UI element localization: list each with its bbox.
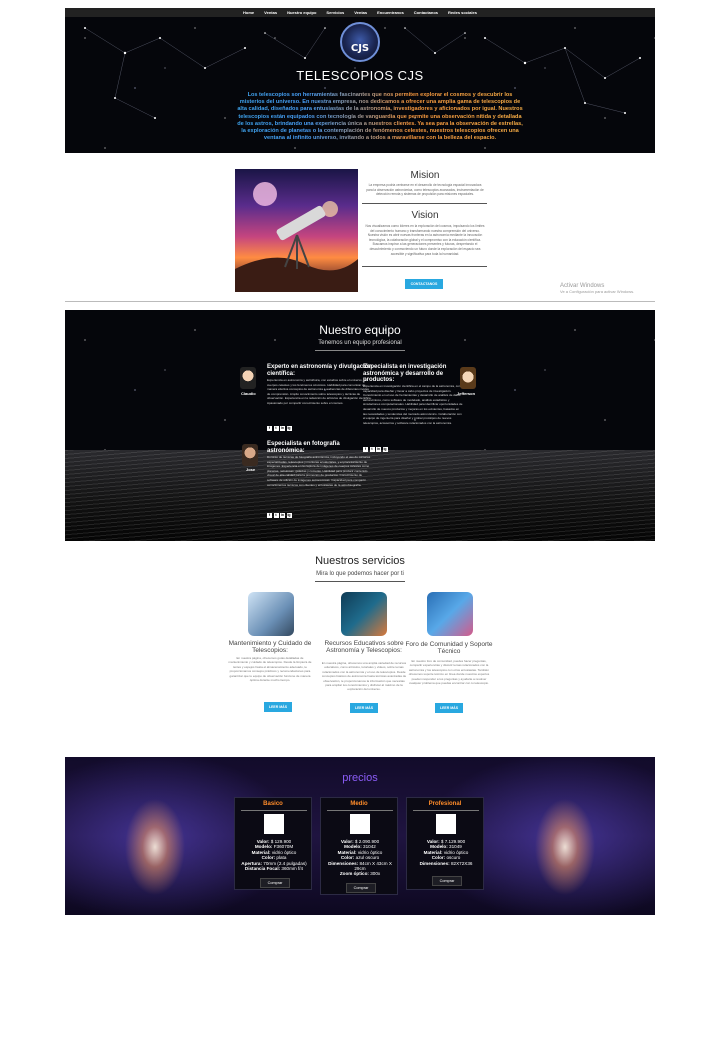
education-illustration [341, 592, 387, 636]
logo-text: CJS [350, 43, 370, 54]
avatar-jefferson [460, 367, 476, 389]
divider [362, 203, 487, 204]
forum-illustration [427, 592, 473, 636]
vision-text: Nos visualizamos como líderes en la expl… [365, 224, 485, 256]
divider [362, 266, 487, 267]
telescope-illustration [235, 182, 358, 292]
prices-section: precios Basico Valor: $ 129.900 Modelo: … [65, 757, 655, 915]
team-subtitle: Tenemos un equipo profesional [318, 340, 402, 346]
divider [315, 581, 405, 582]
member-role: Especialista en investigación astronómic… [363, 364, 447, 383]
read-more-button[interactable]: LEER MÁS [435, 703, 463, 713]
service-name: Mantenimiento y Cuidado de Telescopios: [228, 640, 312, 654]
member-name: Jose [246, 467, 256, 472]
mission-section: Mision La empresa podría centrarse en el… [65, 153, 655, 302]
plan-specs: Valor: $ 7.129.900 Modelo: 31049 Materia… [410, 839, 482, 866]
linkedin-icon[interactable]: in [280, 426, 285, 431]
avatar-claudio [240, 367, 256, 389]
plan-specs: Valor: $ 129.900 Modelo: F36070M Materia… [238, 839, 310, 871]
cjs-logo: CJS [340, 22, 380, 62]
service-name: Foro de Comunidad y Soporte Técnico [405, 641, 493, 655]
instagram-icon[interactable]: ig [382, 447, 388, 452]
avatar-jose [242, 444, 258, 466]
hero-title: TELESCOPIOS CJS [296, 68, 424, 83]
twitter-icon[interactable]: t [273, 426, 279, 431]
team-title: Nuestro equipo [319, 323, 401, 337]
mision-text: La empresa podría centrarse en el desarr… [366, 183, 484, 197]
telescope-icon [264, 814, 284, 834]
services-section: Nuestros servicios Mira lo que podemos h… [65, 541, 655, 736]
telescope-icon [436, 814, 456, 834]
read-more-button[interactable]: LEER MÁS [350, 703, 378, 713]
hero-description: Los telescopios son herramientas fascina… [235, 92, 525, 142]
watermark-subtitle: Ve a Configuración para activar Windows. [560, 289, 635, 294]
telescope-icon [350, 814, 370, 834]
spec-row: Dimensiones: 84cm X 43cm X 29cm [328, 860, 392, 872]
member-description: Experiencia en investigación científica … [363, 384, 463, 425]
buy-button[interactable]: Comprar [432, 876, 462, 886]
price-card-basico: Basico Valor: $ 129.900 Modelo: F36070M … [234, 797, 312, 890]
plan-specs: Valor: $ 2.090.900 Modelo: 31042 Materia… [324, 839, 396, 877]
facebook-icon[interactable]: f [267, 513, 272, 518]
member-description: Experiencia en astronomía y astrofísica,… [267, 378, 372, 405]
member-role: Especialista en fotografía astronómica: [267, 441, 340, 454]
facebook-icon[interactable]: f [267, 426, 272, 431]
plan-name: Basico [263, 801, 283, 807]
services-subtitle: Mira lo que podemos hacer por ti [316, 571, 404, 577]
divider [327, 810, 393, 811]
telescope-sunset-image [235, 169, 358, 292]
member-name: Claudio [241, 391, 256, 396]
twitter-icon[interactable]: t [273, 513, 279, 518]
instagram-icon[interactable]: ig [286, 513, 292, 518]
spec-row: Dimensiones: 82X72X36 [419, 860, 473, 866]
buy-button[interactable]: Comprar [260, 878, 290, 888]
divider [413, 810, 479, 811]
social-links: f t in ig [267, 426, 292, 431]
plan-name: Medio [350, 801, 368, 807]
service-name: Recursos Educativos sobre Astronomía y T… [324, 640, 404, 654]
plan-name: Profesional [428, 801, 462, 807]
service-description: En nuestra página, ofrecemos una amplia … [321, 661, 407, 692]
spec-row: Distancia Focal: 360mm f/4 [244, 866, 304, 872]
vision-title: Vision [411, 210, 439, 221]
services-title: Nuestros servicios [315, 555, 405, 567]
divider [315, 350, 405, 351]
maintenance-illustration [248, 592, 294, 636]
prices-title: precios [342, 772, 378, 784]
divider [241, 810, 307, 811]
instagram-icon[interactable]: ig [286, 426, 292, 431]
hero-section: Home Ventas Nuestro equipo Servicios Ven… [65, 8, 655, 153]
service-description: En nuestra página, ofrecemos guías detal… [228, 656, 312, 683]
buy-button[interactable]: Comprar [346, 883, 376, 893]
member-name: Jefferson [457, 391, 476, 396]
read-more-button[interactable]: LEER MÁS [264, 702, 292, 712]
social-links: f t in ig [267, 513, 292, 518]
contact-button[interactable]: CONTACTANOS [405, 279, 443, 289]
linkedin-icon[interactable]: in [280, 513, 285, 518]
price-card-medio: Medio Valor: $ 2.090.900 Modelo: 31042 M… [320, 797, 398, 895]
team-section: Nuestro equipo Tenemos un equipo profesi… [65, 310, 655, 541]
price-card-profesional: Profesional Valor: $ 7.129.900 Modelo: 3… [406, 797, 484, 890]
spec-row: Zoom óptico: 300x [339, 871, 381, 877]
windows-activation-watermark: Activar Windows Ve a Configuración para … [560, 283, 634, 295]
mision-title: Mision [410, 170, 440, 181]
member-description: Dominio de técnicas de fotografía astron… [267, 455, 371, 487]
service-description: En nuestro foro de comunidad, puedes hac… [408, 659, 490, 686]
